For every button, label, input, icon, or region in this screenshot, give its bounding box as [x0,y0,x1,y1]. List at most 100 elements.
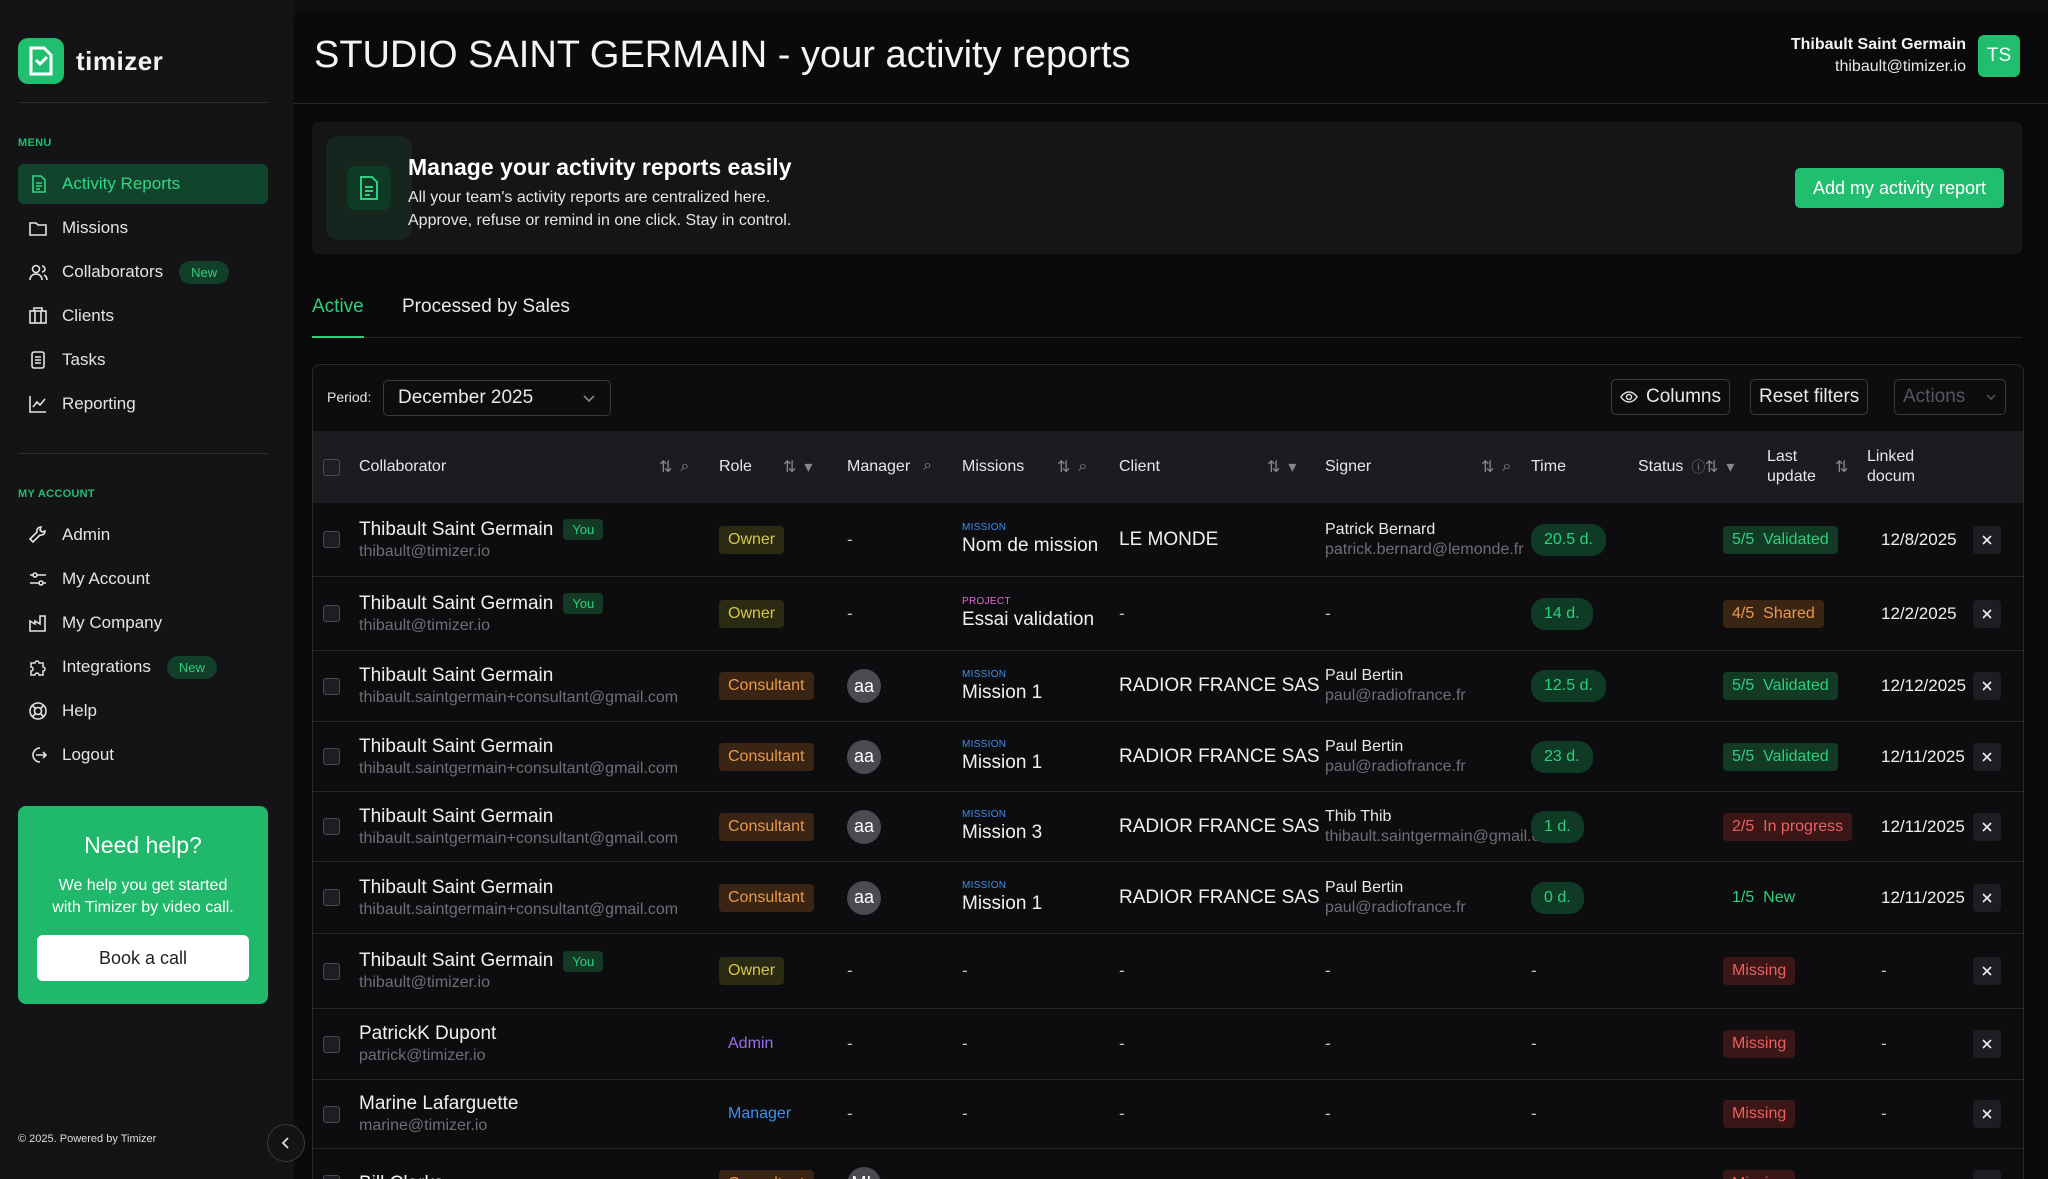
header-status[interactable]: Status ⓘ [1638,431,1705,503]
collaborator-name[interactable]: Thibault Saint Germain [359,736,553,758]
collaborator-name[interactable]: Thibault Saint Germain [359,950,553,972]
status-badge[interactable]: Missing [1723,1100,1796,1128]
table-row[interactable]: Marine Lafarguette marine@timizer.io Manag… [313,1080,2023,1149]
status-badge[interactable]: Missing [1723,1169,1796,1179]
status-badge[interactable]: Missing [1723,957,1796,985]
sidebar-item-admin[interactable]: Admin [18,515,268,555]
remove-button[interactable] [1973,883,2001,912]
sidebar-item-logout[interactable]: Logout [18,735,268,775]
sort-icon[interactable]: ⇅ [659,457,672,477]
table-row[interactable]: Thibault Saint Germain thibault.saintgerm… [313,792,2023,862]
sort-icon[interactable]: ⇅ [1835,457,1848,477]
status-badge[interactable]: 5/5 Validated [1723,672,1838,700]
reset-filters-button[interactable]: Reset filters [1750,379,1869,415]
row-checkbox[interactable] [323,1035,340,1053]
header-time[interactable]: Time [1531,431,1566,503]
remove-button[interactable] [1973,1100,2001,1128]
collapse-sidebar-button[interactable] [267,1124,305,1162]
table-row[interactable]: Thibault Saint Germain thibault.saintgerm… [313,862,2023,934]
collaborator-name[interactable]: Thibault Saint Germain [359,665,553,687]
mission-name[interactable]: Mission 1 [962,893,1042,915]
table-row[interactable]: Thibault Saint Germain You thibault@timize… [313,503,2023,577]
avatar[interactable]: TS [1978,35,2020,77]
header-linked-documents[interactable]: Linked docum [1867,431,1915,503]
remove-button[interactable] [1973,1169,2001,1179]
header-collaborator[interactable]: Collaborator [359,431,446,503]
sort-icon[interactable]: ⇅ [783,457,796,477]
remove-button[interactable] [1973,525,2001,554]
sort-icon[interactable]: ⇅ [1705,457,1718,477]
sidebar-item-missions[interactable]: Missions [18,208,268,248]
actions-button[interactable]: Actions [1894,379,2006,415]
status-badge[interactable]: Missing [1723,1030,1796,1058]
row-checkbox[interactable] [323,962,340,980]
collaborator-name[interactable]: Thibault Saint Germain [359,519,553,541]
mission-name[interactable]: Nom de mission [962,535,1098,557]
header-last-update[interactable]: Last update [1767,431,1816,503]
sidebar-item-help[interactable]: Help [18,691,268,731]
sidebar-item-tasks[interactable]: Tasks [18,340,268,380]
status-badge[interactable]: 5/5 Validated [1723,525,1838,554]
remove-button[interactable] [1973,957,2001,985]
sidebar-item-collaborators[interactable]: Collaborators New [18,252,268,292]
logo[interactable]: timizer [18,38,163,84]
manager-avatar[interactable]: aa [847,809,881,844]
sidebar-item-clients[interactable]: Clients [18,296,268,336]
select-all-checkbox[interactable] [323,431,340,503]
header-signer[interactable]: Signer [1325,431,1371,503]
sort-icon[interactable]: ⇅ [1267,457,1280,477]
header-client[interactable]: Client [1119,431,1160,503]
search-icon[interactable]: ⌕ [1502,458,1511,476]
sidebar-item-my-company[interactable]: My Company [18,603,268,643]
sidebar-item-reporting[interactable]: Reporting [18,384,268,424]
table-row[interactable]: Thibault Saint Germain thibault.saintgerm… [313,651,2023,722]
status-badge[interactable]: 4/5 Shared [1723,599,1824,628]
status-badge[interactable]: 1/5 New [1723,884,1804,912]
sort-icon[interactable]: ⇅ [1057,457,1070,477]
manager-avatar[interactable]: aa [847,669,881,703]
remove-button[interactable] [1973,672,2001,700]
header-missions[interactable]: Missions [962,431,1024,503]
row-checkbox[interactable] [323,1105,340,1123]
header-manager[interactable]: Manager [847,431,910,503]
table-row[interactable]: PatrickK Dupont patrick@timizer.io Admin - -… [313,1009,2023,1080]
checkbox[interactable] [323,458,340,476]
user-menu[interactable]: Thibault Saint Germain thibault@timizer.… [1791,34,2020,78]
help-circle-icon[interactable]: ⓘ [1691,457,1705,477]
mission-name[interactable]: Mission 1 [962,682,1042,704]
header-role[interactable]: Role [719,431,752,503]
manager-avatar[interactable]: aa [847,739,881,774]
row-checkbox[interactable] [323,748,340,765]
period-select[interactable]: December 2025 [383,380,611,416]
mission-name[interactable]: Mission 3 [962,822,1042,844]
search-icon[interactable]: ⌕ [923,457,932,475]
mission-name[interactable]: Essai validation [962,609,1094,631]
remove-button[interactable] [1973,812,2001,841]
table-row[interactable]: Thibault Saint Germain You thibault@timize… [313,934,2023,1009]
filter-icon[interactable]: ▾ [1288,457,1296,477]
status-badge[interactable]: 5/5 Validated [1723,742,1838,771]
collaborator-name[interactable]: Thibault Saint Germain [359,877,553,899]
filter-icon[interactable]: ▾ [1726,457,1734,477]
collaborator-name[interactable]: PatrickK Dupont [359,1023,496,1045]
remove-button[interactable] [1973,599,2001,628]
search-icon[interactable]: ⌕ [1078,458,1087,476]
add-activity-report-button[interactable]: Add my activity report [1794,168,2004,208]
manager-avatar[interactable]: aa [847,880,881,915]
row-checkbox[interactable] [323,818,340,835]
collaborator-name[interactable]: Thibault Saint Germain [359,806,553,828]
sidebar-item-activity-reports[interactable]: Activity Reports [18,164,268,204]
row-checkbox[interactable] [323,889,340,906]
tab-active[interactable]: Active [312,296,364,338]
collaborator-name[interactable]: Thibault Saint Germain [359,593,553,615]
status-badge[interactable]: 2/5 In progress [1723,812,1853,841]
row-checkbox[interactable] [323,1175,340,1179]
mission-name[interactable]: Mission 1 [962,752,1042,774]
table-row[interactable]: Thibault Saint Germain thibault.saintgerm… [313,722,2023,792]
manager-avatar[interactable]: ML [847,1166,881,1179]
table-row[interactable]: Bill Clarks Consultant ML Missing [313,1149,2023,1179]
remove-button[interactable] [1973,1030,2001,1058]
filter-icon[interactable]: ▾ [804,457,812,477]
row-checkbox[interactable] [323,677,340,695]
sidebar-item-integrations[interactable]: Integrations New [18,647,268,687]
